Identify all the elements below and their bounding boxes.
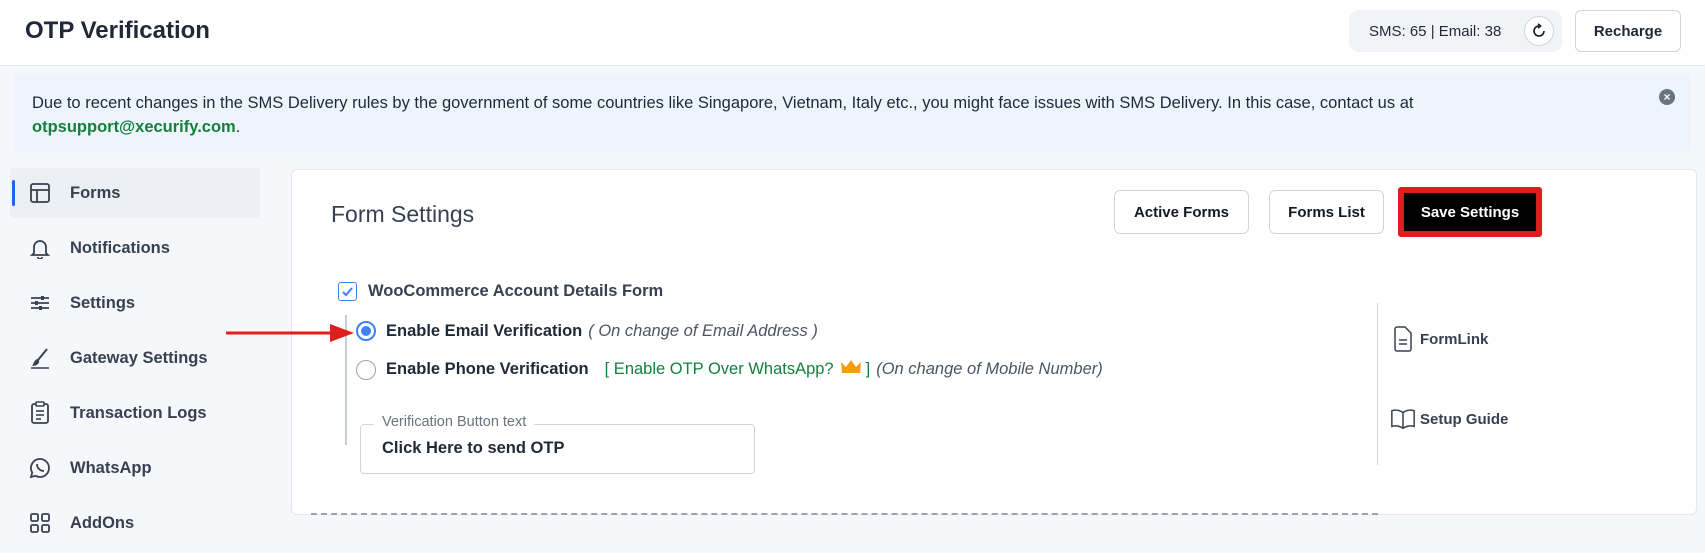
radio-selected-icon[interactable]: [356, 321, 376, 341]
vertical-divider: [1377, 303, 1378, 465]
page-title: OTP Verification: [25, 17, 210, 44]
sidebar: Forms Notifications Settings Gateway Set…: [10, 168, 260, 553]
sidebar-item-notifications[interactable]: Notifications: [10, 223, 260, 273]
verification-button-text-field[interactable]: Verification Button text Click Here to s…: [360, 414, 755, 474]
email-option-label: Enable Email Verification: [386, 321, 583, 340]
form-name: WooCommerce Account Details Form: [368, 282, 664, 300]
clipboard-icon: [28, 401, 52, 425]
sidebar-item-forms[interactable]: Forms: [10, 168, 260, 218]
email-verification-option[interactable]: Enable Email Verification ( On change of…: [356, 321, 818, 341]
sidebar-item-settings[interactable]: Settings: [10, 278, 260, 328]
panel-title: Form Settings: [331, 201, 475, 227]
sidebar-item-label: Forms: [70, 183, 121, 202]
sidebar-item-label: WhatsApp: [70, 458, 152, 477]
book-icon: [1390, 405, 1416, 433]
support-email-link[interactable]: otpsupport@xecurify.com: [32, 118, 236, 136]
top-bar: OTP Verification SMS: 65 | Email: 38 Rec…: [0, 0, 1705, 66]
phone-option-hint: (On change of Mobile Number): [876, 360, 1103, 378]
refresh-icon[interactable]: [1524, 16, 1554, 46]
crown-icon: [840, 359, 862, 380]
brush-icon: [28, 346, 52, 370]
form-checkbox-row[interactable]: WooCommerce Account Details Form: [338, 282, 663, 301]
sidebar-item-whatsapp[interactable]: WhatsApp: [10, 443, 260, 493]
annotation-arrow-icon: [226, 324, 354, 342]
close-icon[interactable]: ×: [1659, 89, 1675, 105]
field-value[interactable]: Click Here to send OTP: [382, 439, 564, 458]
form-settings-panel: Form Settings Active Forms Forms List Sa…: [291, 169, 1697, 515]
formlink-label: FormLink: [1420, 330, 1489, 348]
active-forms-button[interactable]: Active Forms: [1114, 190, 1249, 234]
phone-verification-option[interactable]: Enable Phone Verification [ Enable OTP O…: [356, 359, 1103, 380]
forms-list-button[interactable]: Forms List: [1269, 190, 1384, 234]
sidebar-item-label: AddOns: [70, 513, 135, 532]
sidebar-item-gateway-settings[interactable]: Gateway Settings: [10, 333, 260, 383]
notice-suffix: .: [235, 118, 241, 136]
checkbox-checked-icon[interactable]: [338, 282, 357, 301]
sidebar-item-transaction-logs[interactable]: Transaction Logs: [10, 388, 260, 438]
sidebar-item-label: Settings: [70, 293, 136, 312]
whatsapp-link-close: ]: [865, 360, 871, 378]
sidebar-item-addons[interactable]: AddOns: [10, 498, 260, 548]
document-icon: [1390, 325, 1416, 353]
save-settings-label: Save Settings: [1404, 193, 1536, 231]
notice-text: Due to recent changes in the SMS Deliver…: [32, 94, 1414, 112]
email-option-hint: ( On change of Email Address ): [588, 321, 818, 340]
credits-badge: SMS: 65 | Email: 38: [1349, 10, 1562, 52]
whatsapp-otp-link[interactable]: [ Enable OTP Over WhatsApp? ]: [604, 359, 871, 380]
dashed-divider: [311, 513, 1378, 515]
sidebar-item-label: Transaction Logs: [70, 403, 207, 422]
whatsapp-link-text: [ Enable OTP Over WhatsApp?: [604, 360, 834, 378]
sliders-icon: [28, 291, 52, 315]
credits-text: SMS: 65 | Email: 38: [1369, 22, 1502, 40]
save-settings-button[interactable]: Save Settings: [1398, 187, 1542, 237]
radio-unselected-icon[interactable]: [356, 359, 376, 380]
grid-icon: [28, 511, 52, 535]
formlink-link[interactable]: FormLink: [1390, 325, 1488, 353]
setup-guide-label: Setup Guide: [1420, 410, 1509, 428]
phone-option-label: Enable Phone Verification: [386, 360, 589, 378]
notice-banner: Due to recent changes in the SMS Deliver…: [14, 73, 1691, 152]
bell-icon: [28, 236, 52, 260]
layout-icon: [28, 181, 52, 205]
field-legend: Verification Button text: [374, 414, 535, 430]
recharge-button[interactable]: Recharge: [1575, 10, 1681, 52]
sidebar-item-label: Notifications: [70, 238, 170, 257]
whatsapp-icon: [28, 456, 52, 480]
setup-guide-link[interactable]: Setup Guide: [1390, 405, 1508, 433]
sidebar-item-label: Gateway Settings: [70, 348, 208, 367]
